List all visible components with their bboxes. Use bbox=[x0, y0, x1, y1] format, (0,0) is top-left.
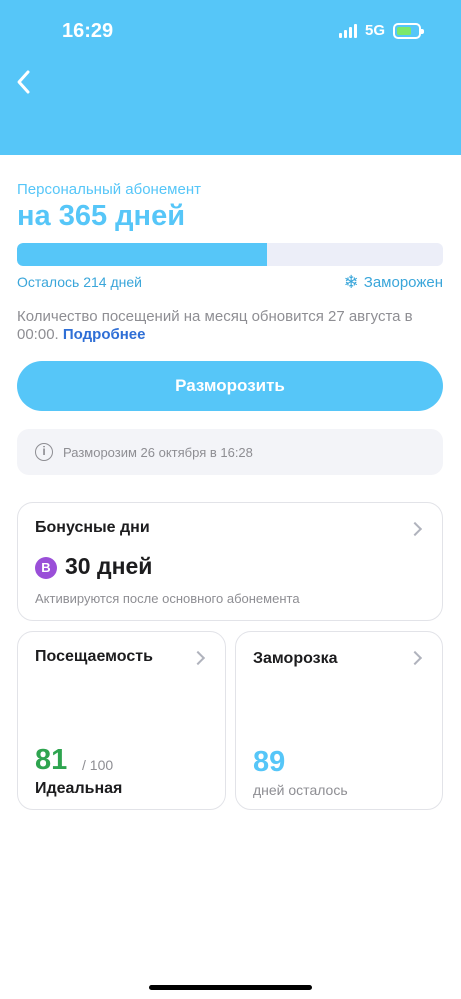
chevron-right-icon bbox=[190, 650, 206, 666]
status-time: 16:29 bbox=[62, 20, 114, 42]
progress-fill bbox=[17, 243, 268, 266]
subscription-progress-bar bbox=[17, 243, 443, 266]
attendance-score: 81 bbox=[35, 744, 68, 776]
chevron-right-icon bbox=[407, 650, 423, 666]
status-icons: 5G bbox=[338, 22, 424, 39]
snowflake-icon: ❄ bbox=[343, 272, 359, 292]
bonus-card-title: Бонусные дни bbox=[35, 519, 150, 536]
status-label: Заморожен bbox=[363, 273, 443, 291]
freeze-card-title: Заморозка bbox=[253, 650, 338, 667]
visits-note: Количество посещений на месяц обновится … bbox=[17, 308, 447, 344]
chevron-left-icon[interactable] bbox=[14, 68, 34, 96]
freeze-days-value: 89 bbox=[253, 746, 286, 778]
freeze-days-label: дней осталось bbox=[253, 782, 348, 798]
info-icon: i bbox=[35, 443, 53, 461]
bonus-badge: B bbox=[35, 557, 57, 579]
cellular-signal-icon bbox=[338, 23, 357, 38]
home-indicator[interactable] bbox=[149, 985, 312, 990]
header: 16:29 5G bbox=[0, 0, 461, 155]
remaining-days: Осталось 214 дней bbox=[17, 274, 142, 290]
attendance-total: / 100 bbox=[82, 757, 114, 773]
attendance-card[interactable]: Посещаемость 81 / 100 Идеальная bbox=[17, 631, 226, 810]
bonus-days-value: 30 дней bbox=[65, 553, 153, 579]
bonus-note: Активируются после основного абонемента bbox=[35, 591, 300, 606]
unfreeze-info: i Разморозим 26 октября в 16:28 bbox=[17, 429, 443, 475]
network-type: 5G bbox=[364, 22, 385, 39]
subscription-title: на 365 дней bbox=[17, 200, 186, 232]
chevron-right-icon bbox=[407, 521, 423, 537]
attendance-label: Идеальная bbox=[35, 780, 123, 797]
freeze-card[interactable]: Заморозка 89 дней осталось bbox=[235, 631, 443, 810]
status-badge: ❄ Заморожен bbox=[344, 273, 443, 291]
unfreeze-info-text: Разморозим 26 октября в 16:28 bbox=[63, 444, 253, 460]
battery-charging-icon bbox=[393, 22, 424, 39]
attendance-card-title: Посещаемость bbox=[35, 648, 153, 665]
unfreeze-button[interactable]: Разморозить bbox=[17, 361, 443, 411]
bonus-days-card[interactable]: Бонусные дни B 30 дней Активируются посл… bbox=[17, 502, 443, 621]
more-link[interactable]: Подробнее bbox=[63, 326, 146, 343]
subscription-subtitle: Персональный абонемент bbox=[17, 181, 201, 198]
